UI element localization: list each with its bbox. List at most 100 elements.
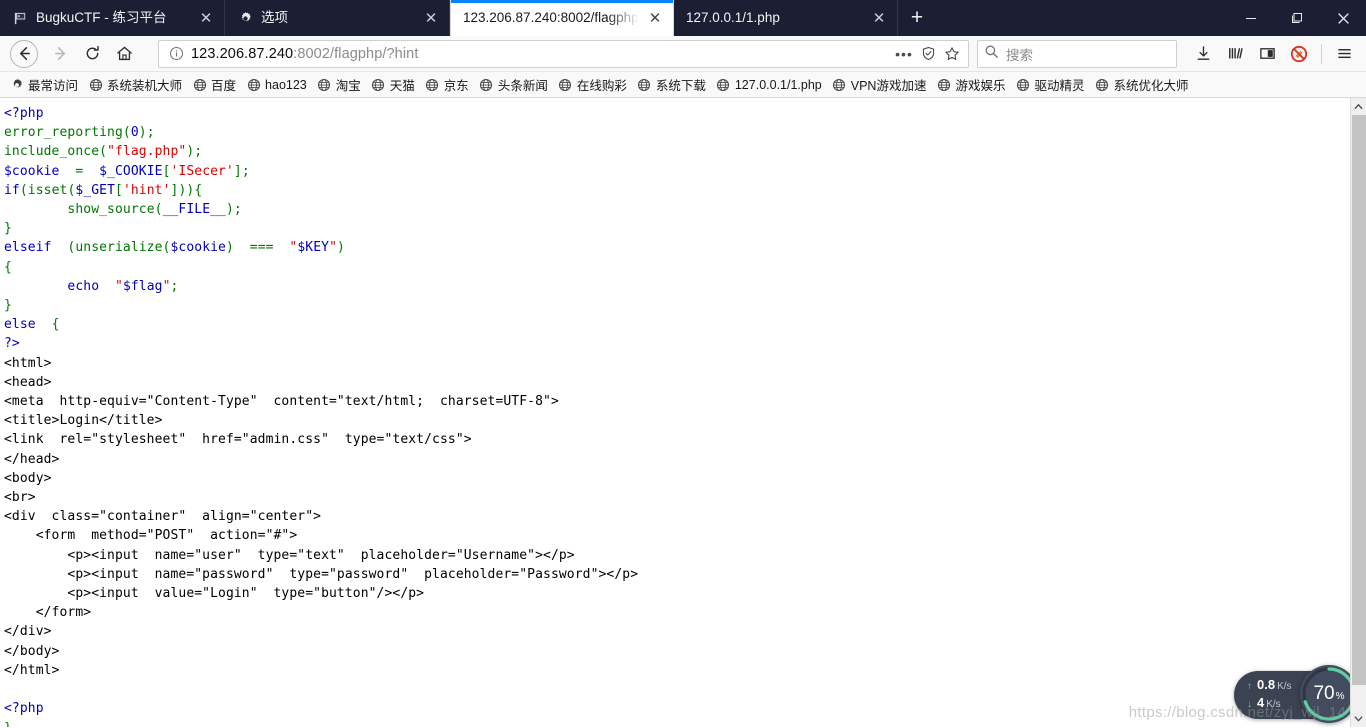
- bookmark-item[interactable]: 淘宝: [312, 74, 366, 96]
- code-token: $KEY: [297, 240, 330, 256]
- code-token: $_COOKIE: [99, 163, 163, 179]
- globe-icon: [1094, 77, 1109, 92]
- scroll-up-button[interactable]: [1351, 98, 1366, 115]
- code-line: </html>: [4, 661, 1366, 680]
- url-path: :8002/flagphp/?hint: [293, 45, 419, 62]
- dial-value: 70: [1313, 683, 1335, 704]
- code-token: else: [4, 317, 36, 333]
- bookmark-label: 最常访问: [28, 79, 79, 93]
- bookmark-item[interactable]: 在线购彩: [553, 74, 632, 96]
- bookmark-item[interactable]: 游戏娱乐: [931, 74, 1010, 96]
- dial-value-text: 70%: [1313, 683, 1344, 705]
- code-line: }: [4, 296, 1366, 315]
- new-tab-button[interactable]: +: [898, 0, 936, 36]
- bookmarks-bar: 最常访问 系统装机大师 百度 hao123 淘宝 天猫 京东 头条新闻 在线购彩 系统下载 127.…: [0, 72, 1366, 98]
- page-actions-button[interactable]: •••: [892, 42, 916, 66]
- globe-icon: [317, 77, 332, 92]
- download-icon[interactable]: [1187, 39, 1219, 69]
- browser-tab-2[interactable]: 选项 ✕: [225, 0, 450, 36]
- bookmark-star-icon[interactable]: [940, 42, 964, 66]
- scrollbar-thumb[interactable]: [1352, 115, 1366, 685]
- browser-tab-3-active[interactable]: 123.206.87.240:8002/flagphp/?hint ✕: [450, 0, 674, 36]
- menu-button[interactable]: [1328, 39, 1360, 69]
- globe-icon: [246, 77, 261, 92]
- scroll-down-button[interactable]: [1351, 710, 1366, 727]
- browser-tab-4[interactable]: 127.0.0.1/1.php ✕: [674, 0, 898, 36]
- code-line: $cookie = $_COOKIE['ISecer'];: [4, 162, 1366, 181]
- bookmark-item[interactable]: 127.0.0.1/1.php: [711, 74, 827, 96]
- bookmark-item[interactable]: 系统装机大师: [83, 74, 187, 96]
- home-button[interactable]: [108, 39, 140, 69]
- reload-button[interactable]: [76, 39, 108, 69]
- code-token: [: [115, 182, 123, 198]
- code-token: error_reporting: [4, 125, 123, 141]
- bookmark-item[interactable]: 京东: [420, 74, 474, 96]
- close-window-button[interactable]: [1320, 0, 1366, 36]
- code-token: </form>: [4, 605, 92, 621]
- code-token: $cookie: [4, 163, 60, 179]
- globe-icon: [371, 77, 386, 92]
- sidebar-icon[interactable]: [1251, 39, 1283, 69]
- vertical-scrollbar[interactable]: [1350, 98, 1366, 727]
- tab-close-button[interactable]: ✕: [645, 8, 665, 28]
- bookmark-item[interactable]: hao123: [241, 74, 312, 96]
- bookmark-item[interactable]: 百度: [187, 74, 241, 96]
- browser-tab-1[interactable]: BugkuCTF - 练习平台 ✕: [0, 0, 225, 36]
- shield-icon[interactable]: [916, 42, 940, 66]
- bookmark-label: 驱动精灵: [1034, 79, 1085, 93]
- code-line: <head>: [4, 373, 1366, 392]
- code-token: ": [162, 278, 171, 294]
- bookmark-item[interactable]: 系统下载: [632, 74, 711, 96]
- code-token: elseif: [4, 240, 52, 256]
- bookmark-item[interactable]: 系统优化大师: [1089, 74, 1193, 96]
- code-line: <p><input name="user" type="text" placeh…: [4, 546, 1366, 565]
- url-text[interactable]: 123.206.87.240:8002/flagphp/?hint: [185, 46, 892, 62]
- back-button[interactable]: [10, 39, 38, 68]
- tab-close-button[interactable]: ✕: [196, 8, 216, 28]
- code-token: <meta http-equiv="Content-Type" content=…: [4, 394, 559, 410]
- minimize-button[interactable]: [1228, 0, 1274, 36]
- search-input-placeholder[interactable]: 搜索: [1006, 44, 1033, 64]
- maximize-button[interactable]: [1274, 0, 1320, 36]
- code-token: include_once: [4, 144, 100, 160]
- code-token: {: [35, 317, 60, 333]
- toolbar-divider: [1321, 43, 1322, 64]
- code-token: <p><input name="user" type="text" placeh…: [4, 547, 575, 563]
- toolbar-end-buttons: [1187, 39, 1360, 69]
- info-circle-icon[interactable]: [167, 45, 185, 63]
- code-token: ;: [233, 202, 242, 218]
- code-token: <link rel="stylesheet" href="admin.css" …: [4, 432, 472, 448]
- bookmark-item[interactable]: 驱动精灵: [1010, 74, 1089, 96]
- code-token: }: [4, 221, 12, 237]
- gear-icon: [9, 77, 24, 92]
- tab-close-button[interactable]: ✕: [421, 8, 441, 28]
- code-token: ": [329, 240, 338, 256]
- blocked-icon[interactable]: [1283, 39, 1315, 69]
- url-bar[interactable]: 123.206.87.240:8002/flagphp/?hint •••: [158, 39, 969, 68]
- bookmark-item[interactable]: 最常访问: [4, 74, 83, 96]
- code-token: }: [4, 721, 12, 728]
- code-token: if: [4, 182, 20, 198]
- arrow-up-icon: ↑: [1247, 681, 1252, 692]
- code-token: ): [225, 240, 234, 256]
- bookmark-item[interactable]: 天猫: [366, 74, 420, 96]
- code-token: "flag.php": [107, 144, 187, 160]
- globe-icon: [637, 77, 652, 92]
- code-token: ;: [241, 163, 250, 179]
- code-token: <div class="container" align="center">: [4, 509, 322, 525]
- code-line: {: [4, 258, 1366, 277]
- tab-title: 127.0.0.1/1.php: [686, 10, 780, 25]
- code-line: </div>: [4, 622, 1366, 641]
- library-icon[interactable]: [1219, 39, 1251, 69]
- code-token: {: [4, 259, 12, 275]
- code-token: </div>: [4, 624, 52, 640]
- search-bar[interactable]: 搜索: [977, 39, 1177, 68]
- code-token: (: [51, 240, 76, 256]
- bookmark-item[interactable]: 头条新闻: [474, 74, 553, 96]
- forward-button[interactable]: [44, 39, 76, 69]
- code-token: ;: [170, 278, 179, 294]
- code-token: (: [154, 202, 163, 218]
- bookmark-item[interactable]: VPN游戏加速: [827, 74, 932, 96]
- tab-close-button[interactable]: ✕: [869, 8, 889, 28]
- bookmark-label: 系统装机大师: [107, 79, 183, 93]
